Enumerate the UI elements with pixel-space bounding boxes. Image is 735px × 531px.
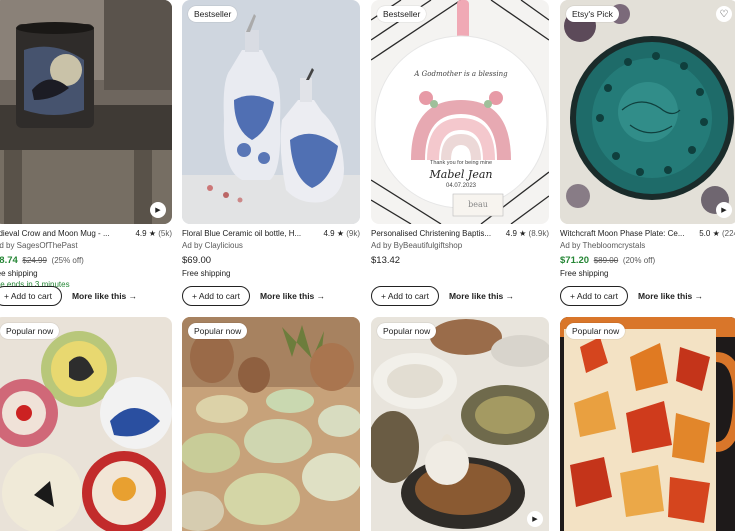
ornament-thank-text: Thank you for being mine — [429, 160, 493, 166]
ad-by-shop[interactable]: Ad by Thebloomcrystals — [560, 241, 735, 250]
more-like-this-link[interactable]: More like this → — [638, 291, 703, 301]
price-row: $13.42 — [371, 255, 549, 266]
listing-title[interactable]: edieval Crow and Moon Mug - ... — [0, 229, 110, 238]
price: $13.42 — [371, 255, 401, 266]
more-like-this-link[interactable]: More like this → — [449, 291, 514, 301]
listing-rating: 4.9 ★ (8.9k) — [505, 229, 549, 238]
original-price: $89.00 — [593, 256, 619, 265]
discount: (25% off) — [51, 256, 84, 265]
ad-by-shop[interactable]: Ad by Claylicious — [182, 241, 360, 250]
shipping-info: ree shipping — [0, 269, 38, 278]
shipping-info: Free shipping — [182, 269, 231, 278]
ad-by-shop[interactable]: Ad by SagesOfThePast — [0, 241, 172, 250]
bestseller-badge: Bestseller — [188, 6, 238, 22]
listing-title[interactable]: Personalised Christening Baptis... — [371, 229, 491, 238]
price-row: $71.20 $89.00 (20% off) — [560, 255, 735, 266]
price-row: 18.74 $24.99 (25% off) — [0, 255, 172, 266]
more-like-this-link[interactable]: More like this → — [260, 291, 325, 301]
listing-image-garlic-plates[interactable]: Popular now ▶ — [371, 317, 549, 531]
popular-now-badge: Popular now — [188, 323, 248, 339]
ornament-date-text: 04.07.2023 — [445, 183, 477, 189]
listing-image[interactable]: ▶ — [0, 0, 172, 224]
add-to-cart-button[interactable]: + Add to cart — [0, 286, 62, 306]
sale-price: 18.74 — [0, 255, 18, 266]
price: $69.00 — [182, 255, 212, 266]
listing-image[interactable]: Bestseller — [182, 0, 360, 224]
popular-now-badge: Popular now — [566, 323, 626, 339]
listing-title[interactable]: Witchcraft Moon Phase Plate: Ce... — [560, 229, 685, 238]
add-to-cart-button[interactable]: + Add to cart — [560, 286, 628, 306]
popular-now-badge: Popular now — [0, 323, 60, 339]
shipping-info: Free shipping — [560, 269, 609, 278]
popular-now-badge: Popular now — [377, 323, 437, 339]
play-video-icon[interactable]: ▶ — [716, 202, 732, 218]
listing-title[interactable]: Floral Blue Ceramic oil bottle, H... — [182, 229, 301, 238]
price-row: $69.00 — [182, 255, 360, 266]
listing-image[interactable]: Etsy's Pick ♡ ▶ — [560, 0, 735, 224]
play-video-icon[interactable]: ▶ — [527, 511, 543, 527]
ornament-title-text: A Godmother is a blessing — [414, 70, 508, 78]
ad-by-shop[interactable]: Ad by ByBeautifulgiftshop — [371, 241, 549, 250]
listing-image-plates[interactable]: Popular now — [0, 317, 172, 531]
etsys-pick-badge: Etsy's Pick — [566, 6, 619, 22]
sale-price: $71.20 — [560, 255, 590, 266]
more-like-this-link[interactable]: More like this → — [72, 291, 137, 301]
ornament-name-text: Mabel Jean — [429, 168, 493, 181]
listing-rating: 4.9 ★ (5k) — [135, 229, 172, 238]
favorite-heart-icon[interactable]: ♡ — [716, 6, 732, 22]
original-price: $24.99 — [22, 256, 47, 265]
discount: (20% off) — [622, 256, 656, 265]
add-to-cart-button[interactable]: + Add to cart — [371, 286, 439, 306]
listing-image[interactable]: Bestseller A Godmother is a blessing Tha… — [371, 0, 549, 224]
listing-image-autumn-mug[interactable]: Popular now — [560, 317, 735, 531]
play-video-icon[interactable]: ▶ — [150, 202, 166, 218]
listing-image-onyx-bowls[interactable]: Popular now — [182, 317, 360, 531]
shop-logo: beau — [468, 200, 488, 209]
add-to-cart-button[interactable]: + Add to cart — [182, 286, 250, 306]
listing-rating: 5.0 ★ (224 — [699, 229, 735, 238]
listing-rating: 4.9 ★ (9k) — [323, 229, 360, 238]
bestseller-badge: Bestseller — [377, 6, 427, 22]
